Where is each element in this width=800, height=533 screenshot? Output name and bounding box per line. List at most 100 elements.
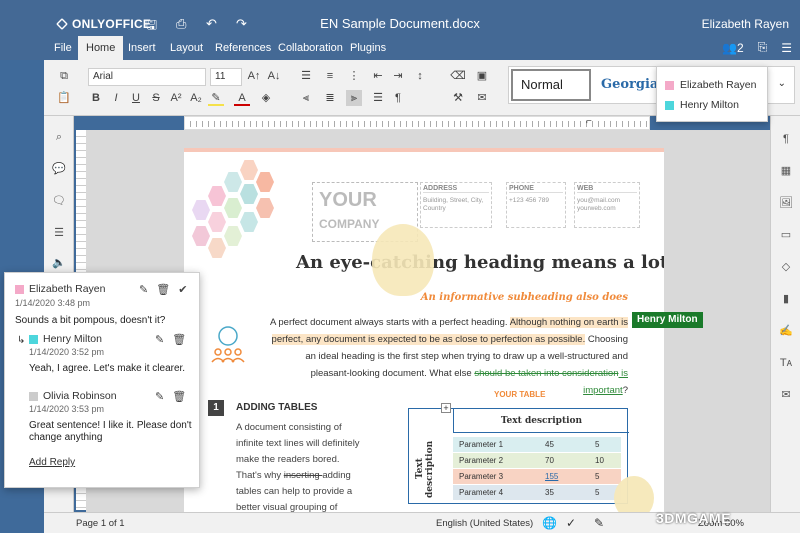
horizontal-ruler[interactable] xyxy=(184,116,650,130)
header-footer-icon[interactable]: ▭ xyxy=(779,228,793,242)
paragraph-settings-icon[interactable]: ¶ xyxy=(779,132,793,146)
add-reply-link[interactable]: Add Reply xyxy=(29,457,75,468)
styles-expand-icon[interactable]: ⌄ xyxy=(778,78,786,89)
shared-user-name: Henry Milton xyxy=(680,99,739,111)
edit-icon[interactable]: ✎ xyxy=(155,333,164,346)
justify-icon[interactable]: ☰ xyxy=(370,90,386,106)
page-indicator[interactable]: Page 1 of 1 xyxy=(76,518,125,529)
edit-icon[interactable]: ✎ xyxy=(155,390,164,403)
align-left-icon[interactable]: ⫷ xyxy=(298,90,314,106)
reply-author: Olivia Robinson xyxy=(29,390,117,402)
reply-actions: ✎ 🗑 xyxy=(155,333,186,346)
text-art-icon[interactable]: Tᴀ xyxy=(779,356,793,370)
comment-popup: Elizabeth Rayen ✎ 🗑 ✔ 1/14/2020 3:48 pm … xyxy=(4,272,200,488)
shape-settings-icon[interactable]: ◇ xyxy=(779,260,793,274)
document-heading[interactable]: An eye-catching heading means a lot xyxy=(296,252,664,273)
font-color-icon[interactable]: A xyxy=(234,90,250,106)
font-name-select[interactable]: Arial xyxy=(88,68,206,86)
shared-user-item: Henry Milton xyxy=(665,95,739,115)
open-location-icon[interactable]: ⎘ xyxy=(758,40,768,55)
tracked-deletion[interactable]: should be taken into consideration xyxy=(474,368,618,379)
share-count: 2 xyxy=(736,40,744,55)
signature-icon[interactable]: ✍ xyxy=(779,324,793,338)
navigation-icon[interactable]: ☰ xyxy=(52,226,66,240)
decrease-font-icon[interactable]: A↓ xyxy=(266,68,282,84)
delete-icon[interactable]: 🗑 xyxy=(156,283,170,296)
bold-icon[interactable]: B xyxy=(88,90,104,106)
mail-merge-icon[interactable]: ✉ xyxy=(474,90,490,106)
tab-home[interactable]: Home xyxy=(78,36,124,60)
mail-merge-settings-icon[interactable]: ✉ xyxy=(779,388,793,402)
edit-icon[interactable]: ✎ xyxy=(139,283,148,296)
chart-settings-icon[interactable]: ▮ xyxy=(779,292,793,306)
color-scheme-icon[interactable]: ▣ xyxy=(474,68,490,84)
spellcheck-icon[interactable]: ✓ xyxy=(566,516,576,530)
superscript-icon[interactable]: A² xyxy=(168,90,184,106)
underline-icon[interactable]: U xyxy=(128,90,144,106)
share-users-button[interactable]: 👥2 xyxy=(722,41,744,55)
language-select[interactable]: English (United States) xyxy=(436,518,533,529)
copy-style-icon[interactable]: ⚒ xyxy=(450,90,466,106)
table-cell: 5 xyxy=(595,440,600,449)
reply-date: 1/14/2020 3:53 pm xyxy=(29,404,105,414)
resolve-check-icon[interactable]: ✔ xyxy=(178,283,187,296)
highlight-color-icon[interactable]: ✎ xyxy=(208,90,224,106)
tab-collaboration[interactable]: Collaboration xyxy=(270,36,351,60)
current-user[interactable]: Elizabeth Rayen xyxy=(702,17,789,31)
nonprinting-chars-icon[interactable]: ¶ xyxy=(390,90,406,106)
contact-web: WEB you@mail.com yourweb.com xyxy=(574,182,640,228)
line-spacing-icon[interactable]: ↕ xyxy=(412,68,428,84)
subscript-icon[interactable]: A₂ xyxy=(188,90,204,106)
speaker-icon[interactable]: 🔈 xyxy=(52,256,66,270)
track-changes-icon[interactable]: ✎ xyxy=(594,516,604,530)
comment-text: Sounds a bit pompous, doesn't it? xyxy=(15,315,166,326)
align-right-icon[interactable]: ⫸ xyxy=(346,90,362,106)
contact-body: you@mail.com yourweb.com xyxy=(577,197,621,212)
increase-font-icon[interactable]: A↑ xyxy=(246,68,262,84)
style-georgia[interactable]: Georgia xyxy=(601,69,658,101)
image-settings-icon[interactable]: 🖼 xyxy=(779,196,793,210)
ruler-tab-icon[interactable]: ⌐ xyxy=(586,116,592,127)
tab-file[interactable]: File xyxy=(46,36,80,60)
document-page[interactable]: YOUR COMPANY ADDRESS Building, Street, C… xyxy=(184,148,664,512)
tab-layout[interactable]: Layout xyxy=(162,36,211,60)
table-cell: 45 xyxy=(545,440,554,449)
strikethrough-icon[interactable]: S xyxy=(148,90,164,106)
font-size-select[interactable]: 11 xyxy=(210,68,242,86)
document-subheading[interactable]: An informative subheading also does xyxy=(344,292,628,303)
delete-icon[interactable]: 🗑 xyxy=(172,390,186,403)
align-center-icon[interactable]: ≣ xyxy=(322,90,338,106)
table-row[interactable]: Parameter 2 70 10 xyxy=(453,453,621,469)
table-cell: 35 xyxy=(545,488,554,497)
tab-references[interactable]: References xyxy=(207,36,279,60)
style-normal[interactable]: Normal xyxy=(511,69,591,101)
table-row[interactable]: Parameter 3 155 5 xyxy=(453,469,621,485)
more-menu-icon[interactable]: ☰ xyxy=(781,41,792,55)
comments-icon[interactable]: 💬 xyxy=(52,162,66,176)
search-icon[interactable]: ⌕ xyxy=(52,130,66,144)
tab-plugins[interactable]: Plugins xyxy=(342,36,394,60)
decor-hex xyxy=(240,184,258,204)
body-paragraph[interactable]: A perfect document always starts with a … xyxy=(266,314,628,399)
decor-hex xyxy=(240,212,258,232)
tab-insert[interactable]: Insert xyxy=(120,36,164,60)
bullets-icon[interactable]: ☰ xyxy=(298,68,314,84)
paragraph-shading-icon[interactable]: ◈ xyxy=(258,90,274,106)
italic-icon[interactable]: I xyxy=(108,90,124,106)
table-row[interactable]: Parameter 4 35 5 xyxy=(453,485,621,501)
numbering-icon[interactable]: ≡ xyxy=(322,68,338,84)
paste-icon[interactable]: 📋 xyxy=(56,90,72,106)
chat-icon[interactable]: 🗨 xyxy=(52,194,66,208)
delete-icon[interactable]: 🗑 xyxy=(172,333,186,346)
table-move-handle-icon[interactable]: + xyxy=(441,403,451,413)
copy-icon[interactable]: ⧉ xyxy=(56,68,72,84)
section-text[interactable]: A document consisting of infinite text l… xyxy=(236,420,366,512)
table-row[interactable]: Parameter 1 45 5 xyxy=(453,437,621,453)
clear-style-icon[interactable]: ⌫ xyxy=(450,68,466,84)
decrease-indent-icon[interactable]: ⇤ xyxy=(370,68,386,84)
increase-indent-icon[interactable]: ⇥ xyxy=(390,68,406,84)
globe-icon[interactable]: 🌐 xyxy=(542,516,557,530)
data-table[interactable]: Text description Text description + Para… xyxy=(408,403,629,504)
table-settings-icon[interactable]: ▦ xyxy=(779,164,793,178)
multilevel-list-icon[interactable]: ⋮ xyxy=(346,68,362,84)
